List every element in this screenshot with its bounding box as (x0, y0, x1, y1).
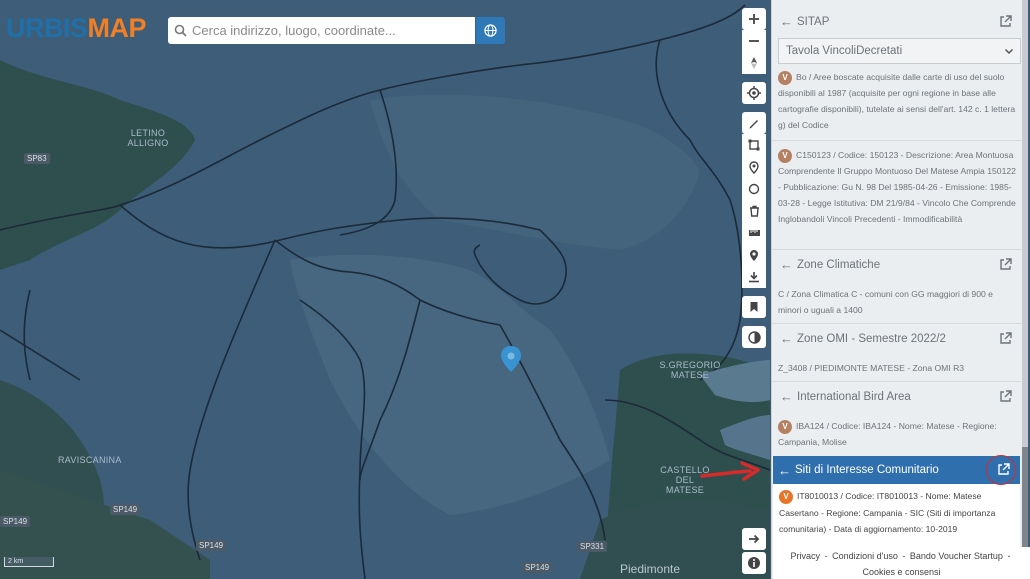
contrast-icon (747, 330, 761, 344)
arrow-right-icon (749, 534, 760, 544)
list-item: V Bo / Aree boscate acquisite dalle carte… (778, 70, 1016, 130)
back-arrow-icon[interactable]: ← (780, 389, 793, 404)
scrollbar-thumb[interactable] (1022, 447, 1028, 557)
info-button[interactable] (742, 552, 766, 574)
voucher-link[interactable]: Bando Voucher Startup (910, 551, 1003, 561)
section-title: Siti di Interesse Comunitario (795, 464, 939, 476)
geolocate-button[interactable] (742, 82, 766, 104)
list-item: Z_3408 / PIEDIMONTE MATESE - Zona OMI R3 (778, 363, 965, 373)
draw-marker-button[interactable] (742, 156, 766, 178)
marker-icon (749, 160, 759, 174)
badge-icon: V (779, 489, 793, 504)
list-item: V C150123 / Codice: 150123 - Descrizione:… (778, 148, 1016, 224)
draw-line-button[interactable] (742, 112, 766, 134)
annotation-circle (986, 455, 1016, 485)
section-header-sic[interactable]: ← Siti di Interesse Comunitario (773, 456, 1020, 484)
draw-circle-button[interactable] (742, 178, 766, 200)
back-arrow-icon[interactable]: ← (780, 257, 793, 272)
place-label: S.GREGORIO MATESE (659, 360, 721, 380)
back-arrow-icon[interactable]: ← (780, 14, 793, 29)
delete-button[interactable] (742, 200, 766, 222)
bookmark-button[interactable] (742, 296, 766, 318)
info-icon (748, 557, 760, 569)
plus-icon (749, 14, 759, 24)
section-header-zone-omi[interactable]: ← Zone OMI - Semestre 2022/2 (772, 325, 1021, 352)
back-arrow-icon[interactable]: ← (778, 463, 791, 478)
section-title: Zone OMI - Semestre 2022/2 (797, 332, 946, 345)
expand-panel-button[interactable] (742, 528, 766, 550)
badge-icon: V (778, 70, 792, 85)
badge-icon: V (778, 419, 792, 434)
pencil-icon (749, 120, 758, 129)
search-icon (168, 17, 192, 44)
map-scale: 2 km (4, 557, 54, 567)
circle-icon (748, 183, 760, 195)
crosshair-icon (747, 86, 761, 100)
road-label: SP149 (0, 516, 31, 527)
list-item: C / Zona Climatica C - comuni con GG mag… (778, 289, 993, 315)
add-pin-button[interactable] (742, 244, 766, 266)
road-label: SP149 (522, 562, 553, 573)
privacy-link[interactable]: Privacy (791, 551, 821, 561)
zoom-out-button[interactable] (742, 30, 766, 52)
globe-button[interactable] (476, 17, 505, 44)
town-label: Piedimonte (620, 562, 681, 576)
search-bar (168, 17, 475, 44)
search-input[interactable] (192, 23, 462, 38)
compass-button[interactable] (742, 52, 766, 74)
download-icon (749, 272, 759, 283)
section-title: International Bird Area (797, 390, 911, 403)
external-link-icon[interactable] (999, 390, 1012, 406)
footer: Privacy - Condizioni d'uso - Bando Vouch… (773, 547, 1030, 579)
sitap-layer-select[interactable]: Tavola VincoliDecretati (778, 38, 1021, 64)
bookmark-icon (750, 302, 758, 312)
minus-icon (749, 40, 759, 42)
section-header-sitap[interactable]: ← SITAP (772, 8, 1021, 35)
urbismap-logo[interactable]: URBISMAP (6, 13, 147, 44)
place-label: LETINO ALLIGNO (127, 128, 169, 148)
annotation-arrow-icon (700, 461, 760, 481)
download-button[interactable] (742, 266, 766, 288)
place-label: RAVISCANINA (58, 455, 122, 465)
pin-icon (750, 249, 758, 261)
section-header-iba[interactable]: ← International Bird Area (772, 383, 1021, 410)
cookies-link[interactable]: Cookies e consensi (862, 567, 940, 577)
zoom-in-button[interactable] (742, 8, 766, 30)
road-label: SP331 (577, 541, 608, 552)
layers-button[interactable] (742, 222, 766, 244)
sic-detail: V IT8010013 / Codice: IT8010013 - Nome: M… (773, 484, 1020, 547)
trash-icon (749, 205, 759, 217)
road-label: SP149 (110, 504, 141, 515)
external-link-icon[interactable] (999, 258, 1012, 274)
compass-icon (751, 57, 757, 69)
square-icon (748, 139, 760, 151)
globe-icon (484, 24, 497, 37)
section-title: SITAP (797, 15, 830, 28)
badge-icon: V (778, 148, 792, 163)
section-title: Zone Climatiche (797, 258, 881, 271)
chevron-down-icon (1004, 48, 1014, 55)
ruler-icon (748, 230, 760, 236)
external-link-icon[interactable] (999, 15, 1012, 31)
road-label: SP83 (24, 153, 50, 164)
conditions-link[interactable]: Condizioni d'uso (832, 551, 898, 561)
basemap-button[interactable] (742, 326, 766, 348)
select-value: Tavola VincoliDecretati (786, 45, 903, 57)
external-link-icon[interactable] (999, 332, 1012, 348)
panel-scrollbar[interactable] (1022, 0, 1028, 579)
back-arrow-icon[interactable]: ← (780, 331, 793, 346)
list-item: V IBA124 / Codice: IBA124 - Nome: Matese … (778, 419, 997, 447)
road-label: SP149 (196, 540, 227, 551)
section-header-zone-climatiche[interactable]: ← Zone Climatiche (772, 251, 1021, 278)
draw-polygon-button[interactable] (742, 134, 766, 156)
